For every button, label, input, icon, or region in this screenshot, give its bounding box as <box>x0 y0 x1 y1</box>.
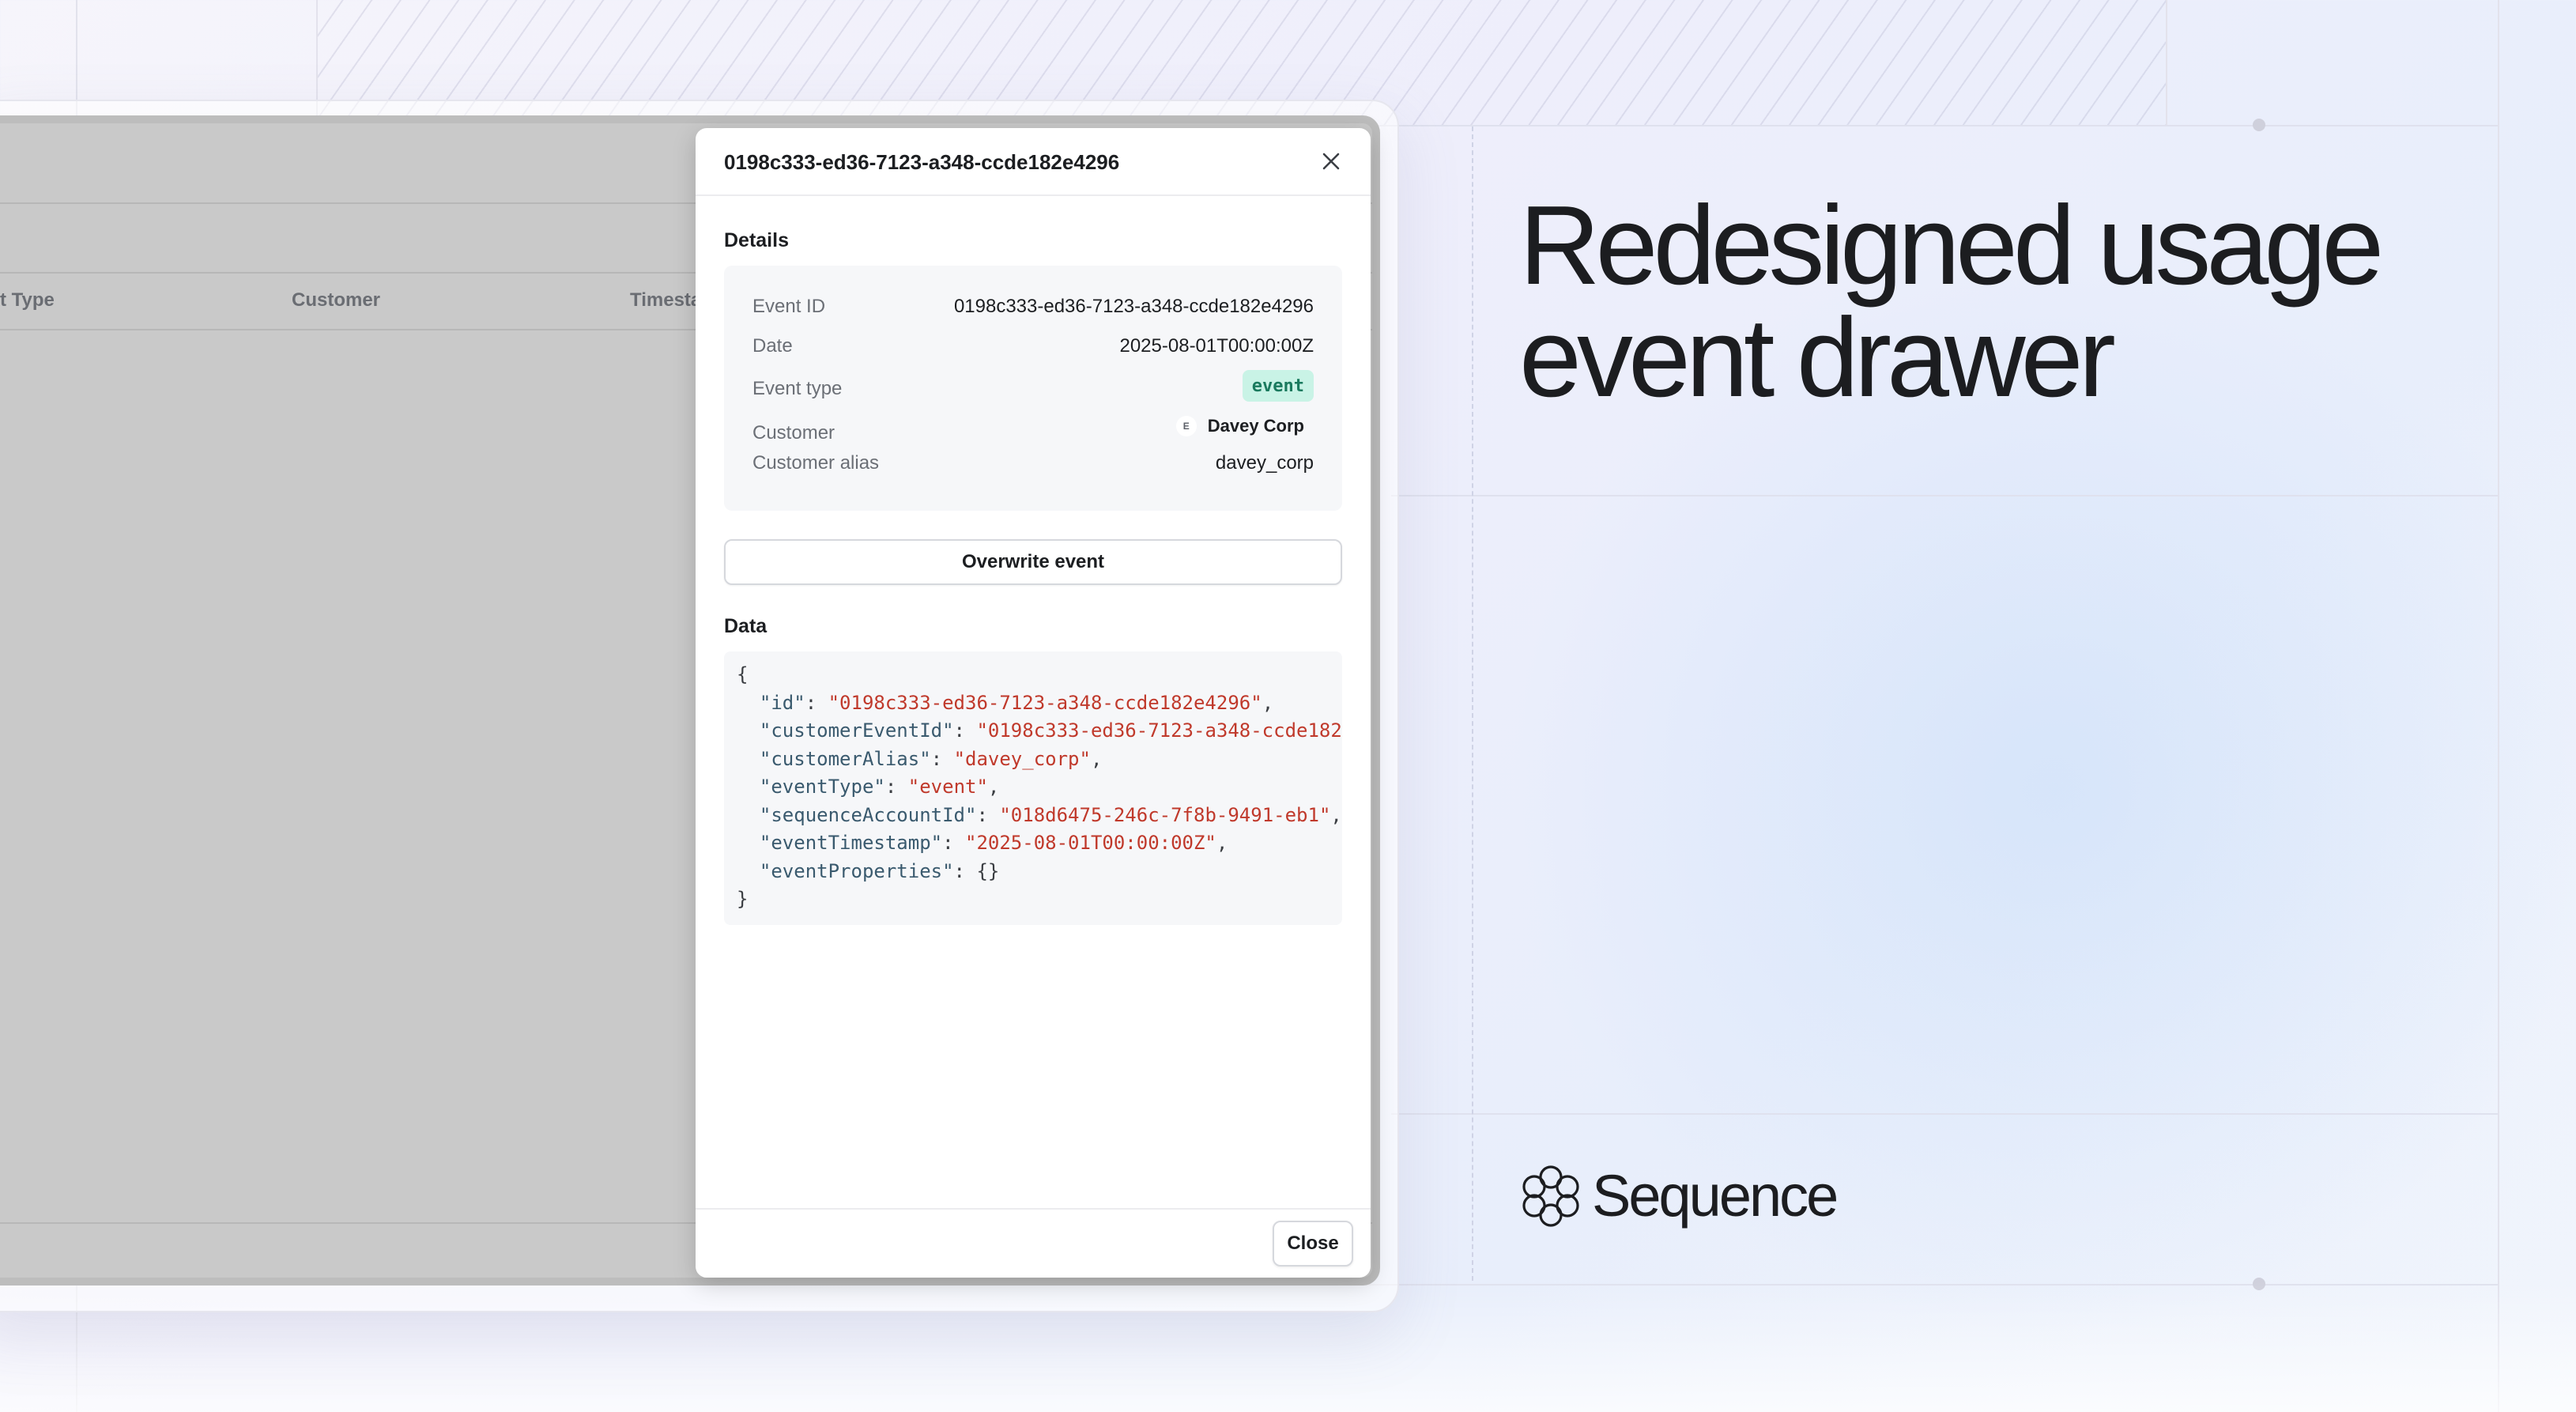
detail-value: 0198c333-ed36-7123-a348-ccde182e4296 <box>953 296 1314 317</box>
detail-label: Event ID <box>752 296 826 317</box>
brand-name: Sequence <box>1592 1163 1839 1229</box>
event-type-badge: event <box>1242 370 1314 402</box>
detail-row-customer-alias: Customer alias davey_corp <box>752 446 1314 478</box>
grid-line <box>2498 0 2499 1412</box>
detail-row-event-type: Event type event <box>752 370 1314 402</box>
json-line: "sequenceAccountId": "018d6475-246c-7f8b… <box>759 803 1342 826</box>
json-line: "customerEventId": "0198c333-ed36-7123-a… <box>737 717 1342 746</box>
json-key: "id" <box>759 691 805 714</box>
column-header-customer[interactable]: Customer <box>292 289 380 311</box>
json-value: "0198c333-ed36-7123-a348-ccde182e4296" <box>828 691 1262 714</box>
detail-label: Date <box>752 335 793 357</box>
overwrite-event-button[interactable]: Overwrite event <box>724 539 1342 585</box>
json-key: "sequenceAccountId" <box>759 803 977 826</box>
json-value: "davey_corp" <box>953 747 1091 770</box>
headline-line-2: event drawer <box>1519 295 2116 421</box>
json-line: "customerAlias": "davey_corp", <box>759 747 1103 770</box>
detail-value: davey_corp <box>1215 452 1314 474</box>
drawer-title: 0198c333-ed36-7123-a348-ccde182e4296 <box>724 150 1120 174</box>
grid-line <box>1391 495 2498 496</box>
headline-line-1: Redesigned usage <box>1519 183 2384 308</box>
details-panel: Event ID 0198c333-ed36-7123-a348-ccde182… <box>724 266 1342 511</box>
headline: Redesigned usage event drawer <box>1519 190 2468 414</box>
detail-label: Event type <box>752 378 843 399</box>
json-comma: , <box>1262 691 1274 714</box>
json-line: "id": "0198c333-ed36-7123-a348-ccde182e4… <box>759 691 1274 714</box>
json-value: {} <box>976 859 1000 882</box>
grid-dot <box>2253 119 2265 131</box>
brand-logo: Sequence <box>1521 1162 1839 1229</box>
sequence-logo-icon <box>1522 1165 1579 1227</box>
detail-label: Customer <box>752 422 835 444</box>
json-comma: , <box>987 776 1000 798</box>
json-key: "eventTimestamp" <box>759 832 943 854</box>
json-key: "eventProperties" <box>759 859 954 882</box>
json-comma: , <box>1090 747 1103 770</box>
json-line: { <box>737 661 1329 689</box>
json-value: "0198c333-ed36-7123-a348-ccde182e4296" <box>976 719 1342 742</box>
close-button[interactable]: Close <box>1273 1221 1353 1267</box>
detail-row-customer: Customer E Davey Corp <box>752 413 1314 444</box>
drawer-footer: Close <box>696 1208 1371 1278</box>
drawer-header: 0198c333-ed36-7123-a348-ccde182e4296 <box>696 128 1371 196</box>
json-value: "018d6475-246c-7f8b-9491-eb1" <box>999 803 1331 826</box>
column-header-timestamp[interactable]: Timesta <box>630 289 701 311</box>
close-icon[interactable] <box>1314 144 1348 179</box>
json-brace: } <box>737 888 749 910</box>
column-header-type[interactable]: t Type <box>0 289 55 311</box>
json-line: "eventTimestamp": "2025-08-01T00:00:00Z"… <box>759 832 1228 854</box>
details-heading: Details <box>724 229 789 251</box>
customer-avatar: E <box>1175 416 1197 436</box>
customer-link[interactable]: E Davey Corp <box>1175 416 1304 436</box>
json-line: "eventType": "event", <box>759 776 1000 798</box>
detail-row-event-id: Event ID 0198c333-ed36-7123-a348-ccde182… <box>752 289 1314 321</box>
detail-row-date: Date 2025-08-01T00:00:00Z <box>752 329 1314 361</box>
usage-event-drawer: 0198c333-ed36-7123-a348-ccde182e4296 Det… <box>696 128 1371 1278</box>
grid-line <box>1391 1113 2498 1115</box>
customer-name: Davey Corp <box>1207 416 1304 436</box>
json-comma: , <box>1330 803 1342 826</box>
json-brace: { <box>737 663 749 685</box>
event-json-viewer[interactable]: { "id": "0198c333-ed36-7123-a348-ccde182… <box>724 651 1342 925</box>
data-heading: Data <box>724 615 768 637</box>
json-line: } <box>737 885 1329 914</box>
detail-label: Customer alias <box>752 452 880 474</box>
detail-value: 2025-08-01T00:00:00Z <box>1119 335 1314 357</box>
json-key: "eventType" <box>759 776 885 798</box>
json-key: "customerEventId" <box>759 719 954 742</box>
dashed-guide <box>1472 126 1473 1281</box>
json-value: "event" <box>907 776 988 798</box>
json-comma: , <box>1216 832 1228 854</box>
json-value: "2025-08-01T00:00:00Z" <box>965 832 1216 854</box>
json-line: "eventProperties": {} <box>759 859 1000 882</box>
json-key: "customerAlias" <box>759 747 931 770</box>
